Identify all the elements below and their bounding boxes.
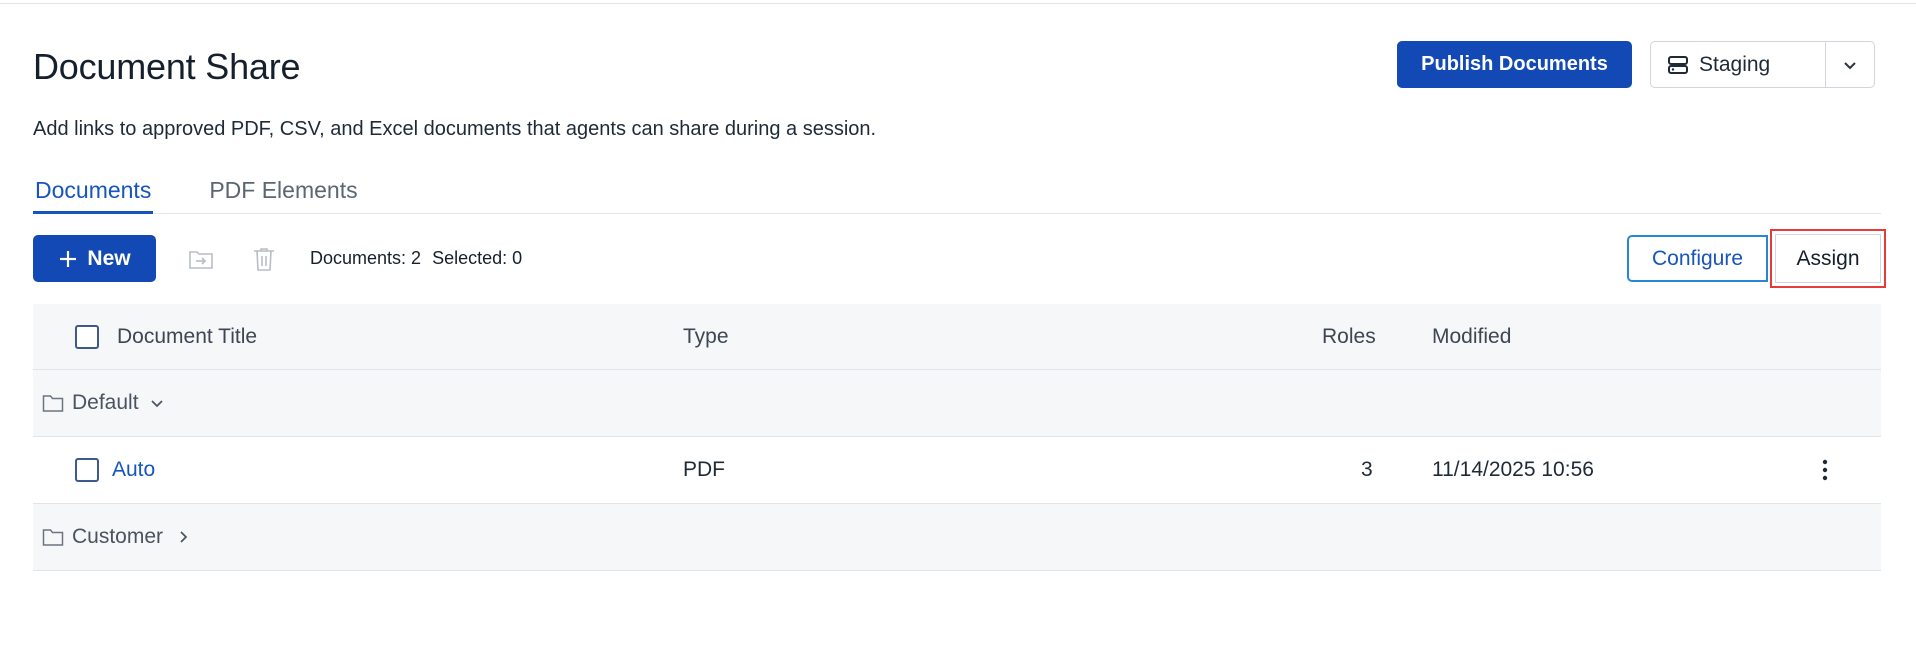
document-modified: 11/14/2025 10:56: [1432, 458, 1594, 481]
top-border: [0, 0, 1916, 4]
folder-row-default[interactable]: Default: [33, 370, 1881, 437]
column-header-type[interactable]: Type: [683, 304, 729, 369]
tab-pdf-elements[interactable]: PDF Elements: [207, 172, 359, 214]
environment-label: Staging: [1699, 52, 1771, 76]
page-title: Document Share: [33, 46, 301, 87]
document-counts: Documents: 2 Selected: 0: [310, 248, 528, 269]
folder-icon: [42, 395, 64, 412]
server-icon: [1668, 55, 1688, 74]
chevron-right-icon[interactable]: [175, 529, 191, 545]
page-description: Add links to approved PDF, CSV, and Exce…: [33, 118, 877, 140]
table-header: Document Title Type Roles Modified: [33, 304, 1881, 370]
folder-row-customer[interactable]: Customer: [33, 504, 1881, 571]
select-all-checkbox[interactable]: [75, 324, 99, 349]
table-row[interactable]: Auto PDF 3 11/14/2025 10:56: [33, 437, 1881, 504]
row-menu-button[interactable]: [1821, 437, 1829, 503]
assign-highlight: Assign: [1770, 229, 1886, 288]
tab-bar: Documents PDF Elements: [33, 172, 1881, 214]
delete-button[interactable]: [251, 246, 277, 272]
row-checkbox[interactable]: [75, 458, 99, 482]
folder-name: Default: [72, 391, 139, 414]
new-document-button[interactable]: New: [33, 235, 156, 282]
move-to-folder-button[interactable]: [188, 246, 214, 272]
documents-count: Documents: 2: [310, 248, 422, 268]
more-vertical-icon: [1822, 459, 1828, 481]
configure-button[interactable]: Configure: [1627, 235, 1768, 282]
trash-icon: [254, 248, 274, 271]
chevron-down-icon: [1844, 61, 1856, 69]
folder-icon: [42, 529, 64, 546]
selected-count: Selected: 0: [432, 248, 523, 268]
folder-customer-cell: Customer: [42, 504, 191, 570]
select-all-checkbox-cell: [75, 304, 99, 369]
move-to-folder-icon: [189, 251, 213, 269]
column-header-modified[interactable]: Modified: [1432, 304, 1511, 369]
environment-select-value[interactable]: Staging: [1651, 42, 1825, 87]
folder-name: Customer: [72, 525, 164, 548]
folder-default-cell: Default: [42, 370, 165, 436]
chevron-down-icon[interactable]: [149, 395, 165, 411]
assign-button[interactable]: Assign: [1775, 234, 1881, 283]
environment-dropdown-toggle[interactable]: [1825, 42, 1874, 87]
plus-icon: [60, 250, 77, 267]
new-button-label: New: [87, 246, 131, 270]
column-header-roles[interactable]: Roles: [1322, 304, 1376, 369]
document-title-link[interactable]: Auto: [112, 437, 155, 503]
publish-documents-button[interactable]: Publish Documents: [1397, 41, 1632, 88]
tab-documents[interactable]: Documents: [33, 172, 154, 214]
row-checkbox-cell: [75, 437, 99, 503]
column-header-title[interactable]: Document Title: [117, 304, 257, 369]
document-type: PDF: [683, 458, 725, 481]
environment-select[interactable]: Staging: [1650, 41, 1875, 88]
document-roles: 3: [1361, 458, 1373, 481]
documents-table: Document Title Type Roles Modified Defau…: [33, 304, 1881, 571]
